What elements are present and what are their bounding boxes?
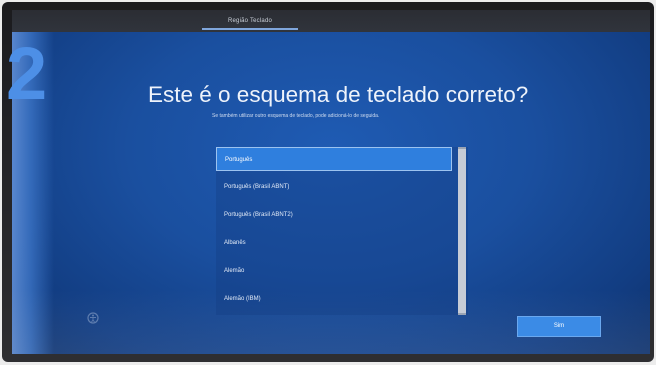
list-item-albanes[interactable]: Albanês — [216, 231, 452, 255]
setup-screen: Região Teclado Este é o esquema de tecla… — [12, 10, 650, 354]
tab-active-indicator — [202, 28, 298, 30]
keyboard-layout-list[interactable]: Português Português (Brasil ABNT) Portug… — [216, 147, 468, 315]
list-item-portugues-brasil-abnt[interactable]: Português (Brasil ABNT) — [216, 175, 452, 199]
yes-button[interactable]: Sim — [517, 316, 601, 337]
list-item-portugues[interactable]: Português — [216, 147, 452, 171]
accessibility-icon[interactable] — [82, 310, 104, 326]
list-item-alemao[interactable]: Alemão — [216, 259, 452, 283]
scrollbar-thumb[interactable] — [458, 149, 466, 313]
page-title: Este é o esquema de teclado correto? — [148, 82, 529, 107]
list-item-alemao-ibm[interactable]: Alemão (IBM) — [216, 287, 452, 311]
list-scrollbar[interactable] — [458, 147, 466, 315]
photo-frame: Região Teclado Este é o esquema de tecla… — [0, 0, 656, 365]
step-number: 2 — [6, 32, 48, 115]
list-item-portugues-brasil-abnt2[interactable]: Português (Brasil ABNT2) — [216, 203, 452, 227]
top-bar: Região Teclado — [12, 10, 650, 32]
page-subtitle: Se também utilizar outro esquema de tecl… — [212, 113, 380, 119]
